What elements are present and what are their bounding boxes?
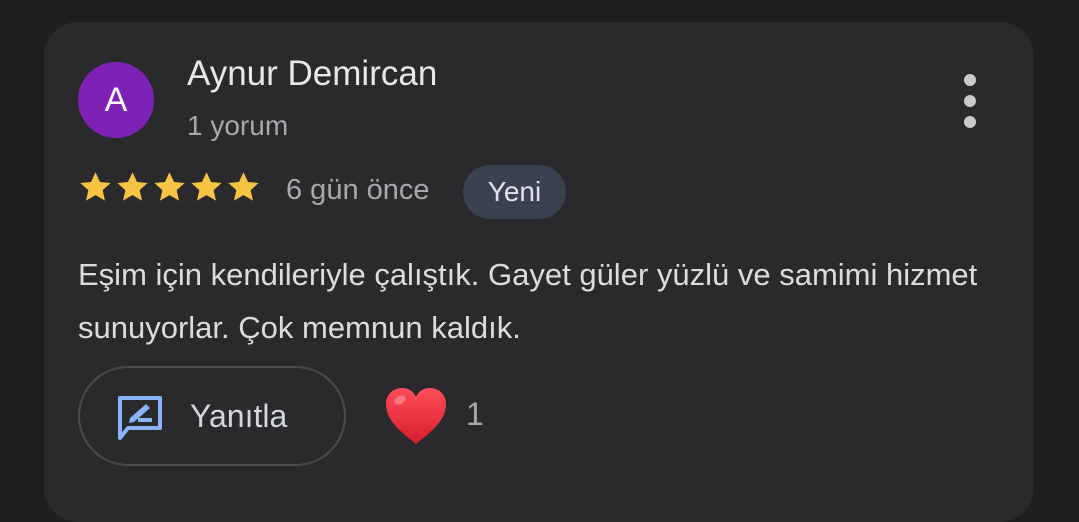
star-icon: [117, 172, 148, 201]
reviewer-name[interactable]: Aynur Demircan: [187, 54, 437, 94]
badge-label: Yeni: [487, 176, 542, 207]
new-badge: Yeni: [463, 165, 566, 219]
star-rating: [78, 170, 261, 205]
more-vert-icon-dot: [964, 74, 976, 86]
rate-review-icon: [118, 396, 162, 440]
review-date: 6 gün önce: [286, 174, 430, 206]
star-icon: [228, 172, 259, 201]
more-options-button[interactable]: [952, 74, 988, 128]
more-vert-icon-dot: [964, 116, 976, 128]
star-icon: [80, 172, 111, 201]
heart-icon[interactable]: [384, 386, 448, 446]
avatar[interactable]: A: [78, 62, 154, 138]
reply-button-label: Yanıtla: [190, 398, 288, 434]
more-vert-icon-dot: [964, 95, 976, 107]
star-icon: [191, 172, 222, 201]
reaction-count: 1: [466, 396, 484, 432]
star-icon: [154, 172, 185, 201]
review-text: Eşim için kendileriyle çalıştık. Gayet g…: [78, 257, 978, 345]
review-card: A Aynur Demircan 1 yorum 6 gün önce Yeni…: [44, 22, 1034, 522]
reply-button[interactable]: Yanıtla: [78, 366, 346, 466]
reviewer-review-count: 1 yorum: [187, 110, 289, 141]
avatar-initial: A: [104, 80, 128, 119]
